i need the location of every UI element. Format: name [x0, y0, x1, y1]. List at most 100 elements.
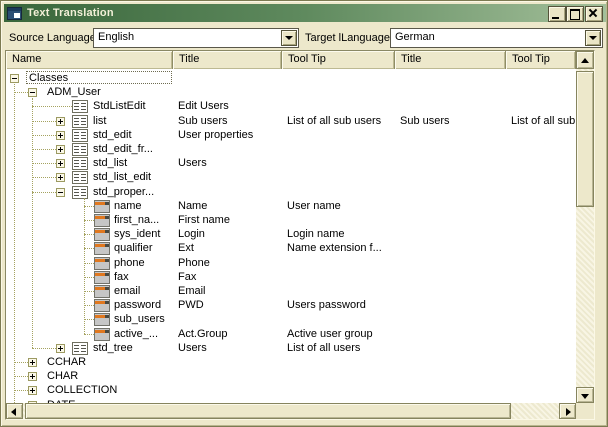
maximize-button[interactable]: [566, 6, 584, 22]
tree-row-qualifier[interactable]: qualifierExtName extension f...: [6, 241, 576, 256]
expand-plus-icon[interactable]: [28, 372, 37, 381]
title-cell: Login: [173, 227, 282, 241]
collapse-minus-icon[interactable]: [28, 88, 37, 97]
column-header-title[interactable]: Title: [395, 51, 506, 69]
title-de-cell: [395, 327, 506, 341]
vertical-scrollbar[interactable]: [576, 51, 594, 403]
expand-plus-icon[interactable]: [56, 173, 65, 182]
tree-row-stdlistedit[interactable]: StdListEditEdit Users: [6, 99, 576, 114]
tree-row-std-proper-[interactable]: std_proper...: [6, 185, 576, 200]
tree-row-std-list-edit[interactable]: std_list_edit: [6, 170, 576, 185]
tree-row-classes[interactable]: Classes: [6, 71, 576, 86]
tree-row-std-edit-fr-[interactable]: std_edit_fr...: [6, 142, 576, 157]
arrow-down-icon: [581, 394, 589, 399]
tree-connector-line: [84, 220, 94, 221]
tree-row-fax[interactable]: faxFax: [6, 270, 576, 285]
tooltip-cell: [282, 85, 395, 99]
scroll-down-button[interactable]: [576, 387, 594, 403]
tree-row-cchar[interactable]: CCHAR: [6, 355, 576, 370]
window-title: Text Translation: [27, 7, 114, 19]
tree-row-char[interactable]: CHAR: [6, 369, 576, 384]
source-language-dropdown-button[interactable]: [281, 30, 297, 46]
expand-plus-icon[interactable]: [56, 131, 65, 140]
title-cell: Name: [173, 199, 282, 213]
tree-connector-line: [84, 277, 94, 278]
expand-plus-icon[interactable]: [28, 358, 37, 367]
tree-row-adm-user[interactable]: ADM_User: [6, 85, 576, 100]
title-cell: Users: [173, 341, 282, 355]
tree-row-name[interactable]: nameNameUser name: [6, 199, 576, 214]
title-de-cell: [395, 128, 506, 142]
tooltip-cell: Name extension f...: [282, 241, 395, 255]
title-de-cell: [395, 284, 506, 298]
column-header-name[interactable]: Name: [6, 51, 173, 69]
tooltip-cell: [282, 170, 395, 184]
tree-row-sys-ident[interactable]: sys_identLoginLogin name: [6, 227, 576, 242]
tooltip-de-cell: [506, 270, 576, 284]
target-language-combobox[interactable]: German: [390, 28, 603, 48]
minimize-button[interactable]: [548, 6, 566, 22]
title-cell: [173, 170, 282, 184]
column-header-tool-tip[interactable]: Tool Tip: [282, 51, 395, 69]
title-de-cell: [395, 85, 506, 99]
close-button[interactable]: [585, 6, 603, 22]
tooltip-cell: [282, 270, 395, 284]
title-de-cell: [395, 99, 506, 113]
vertical-scrollbar-thumb[interactable]: [576, 71, 594, 207]
tree-item-label: std_list_edit: [93, 171, 151, 183]
tree-row-email[interactable]: emailEmail: [6, 284, 576, 299]
title-de-cell: [395, 341, 506, 355]
tree-connector-line: [14, 84, 15, 403]
tree-item-label: std_proper...: [93, 186, 154, 198]
source-language-value: English: [98, 31, 134, 43]
tree-row-active-[interactable]: active_...Act.GroupActive user group: [6, 327, 576, 342]
expand-plus-icon[interactable]: [28, 386, 37, 395]
collapse-minus-icon[interactable]: [56, 188, 65, 197]
tree-row-std-tree[interactable]: std_treeUsersList of all users: [6, 341, 576, 356]
tooltip-de-cell: [506, 156, 576, 170]
source-language-combobox[interactable]: English: [93, 28, 299, 48]
tooltip-de-cell: [506, 298, 576, 312]
tree-row-std-list[interactable]: std_listUsers: [6, 156, 576, 171]
tree-item-label: CHAR: [47, 370, 78, 382]
tree-row-sub-users[interactable]: sub_users: [6, 312, 576, 327]
title-cell: [173, 369, 282, 383]
tree-row-phone[interactable]: phonePhone: [6, 256, 576, 271]
horizontal-scrollbar[interactable]: [6, 403, 576, 419]
tree-row-first-na-[interactable]: first_na...First name: [6, 213, 576, 228]
expand-plus-icon[interactable]: [56, 159, 65, 168]
column-header-title[interactable]: Title: [173, 51, 282, 69]
tree-item-label: fax: [114, 271, 129, 283]
scroll-up-button[interactable]: [576, 51, 594, 69]
expand-plus-icon[interactable]: [56, 344, 65, 353]
tree-item-label: list: [93, 115, 106, 127]
tree-row-password[interactable]: passwordPWDUsers password: [6, 298, 576, 313]
table-header-row: NameTitleTool TipTitleTool Tip: [6, 51, 576, 69]
scroll-right-button[interactable]: [559, 403, 576, 419]
form-icon: [72, 100, 88, 113]
tooltip-cell: [282, 71, 395, 85]
expand-plus-icon[interactable]: [56, 117, 65, 126]
tree-connector-line: [32, 106, 72, 107]
title-de-cell: [395, 213, 506, 227]
title-de-cell: [395, 227, 506, 241]
tree-row-collection[interactable]: COLLECTION: [6, 383, 576, 398]
column-header-tool-tip[interactable]: Tool Tip: [506, 51, 576, 69]
form-icon: [72, 171, 88, 184]
tooltip-cell: [282, 256, 395, 270]
title-bar[interactable]: Text Translation: [4, 4, 606, 22]
collapse-minus-icon[interactable]: [10, 74, 19, 83]
tooltip-cell: [282, 156, 395, 170]
target-language-dropdown-button[interactable]: [585, 30, 601, 46]
tree-row-list[interactable]: listSub usersList of all sub usersSub us…: [6, 114, 576, 129]
tree-row-std-edit[interactable]: std_editUser properties: [6, 128, 576, 143]
title-cell: [173, 185, 282, 199]
expand-plus-icon[interactable]: [56, 145, 65, 154]
translation-tree[interactable]: ClassesADM_UserStdListEditEdit Userslist…: [6, 69, 576, 403]
tree-connector-line: [84, 291, 94, 292]
scroll-left-button[interactable]: [6, 403, 23, 419]
tooltip-cell: [282, 355, 395, 369]
tooltip-cell: List of all users: [282, 341, 395, 355]
horizontal-scrollbar-thumb[interactable]: [25, 403, 511, 419]
tree-connector-line: [84, 198, 85, 334]
